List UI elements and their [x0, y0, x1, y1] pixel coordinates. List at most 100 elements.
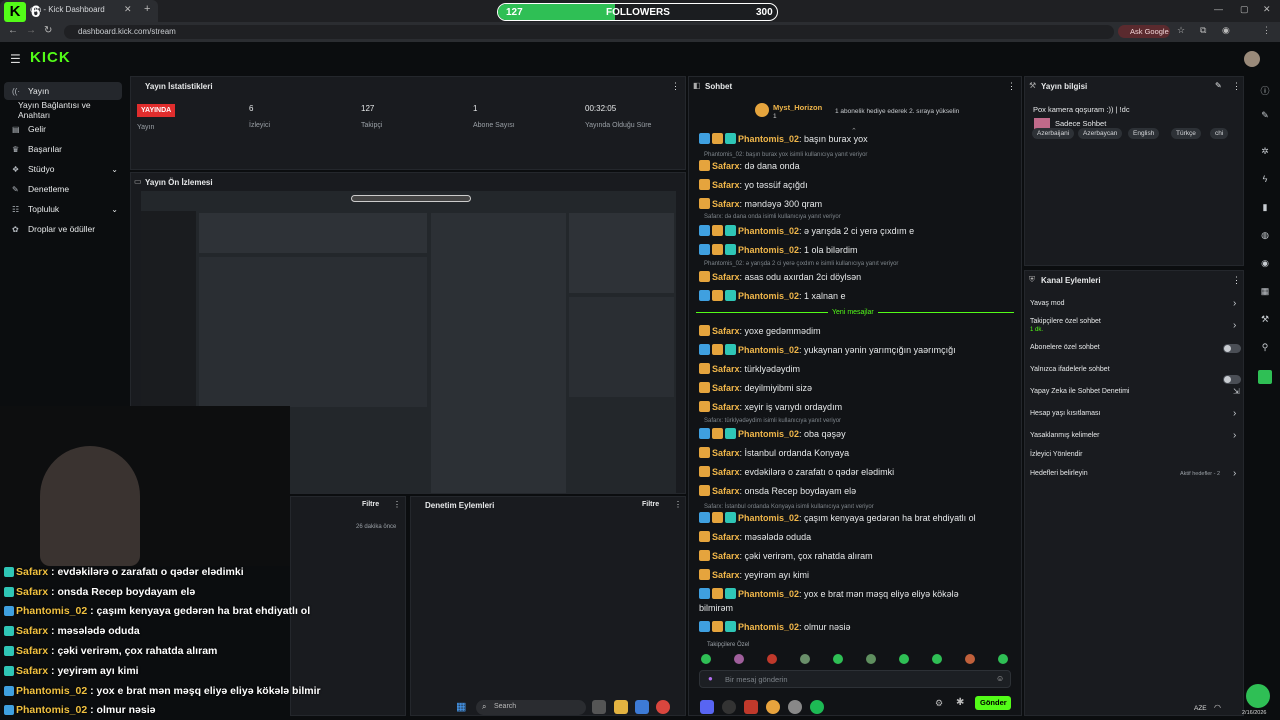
chevron-right-icon[interactable]: ›: [1233, 468, 1236, 479]
chevron-right-icon[interactable]: ›: [1233, 298, 1236, 309]
browser-icon[interactable]: [788, 700, 802, 714]
emote-icon[interactable]: [734, 654, 744, 664]
info-icon[interactable]: ⓘ: [1258, 84, 1272, 98]
action-raid[interactable]: İzleyici Yönlendir: [1030, 451, 1082, 458]
chat-username[interactable]: Safarx: [712, 467, 740, 477]
obs-icon[interactable]: [722, 700, 736, 714]
more-icon[interactable]: ⋮: [674, 500, 682, 509]
chat-username[interactable]: Safarx: [712, 570, 740, 580]
maximize-icon[interactable]: ▢: [1240, 4, 1249, 15]
chat-username[interactable]: Phantomis_02: [738, 622, 799, 632]
layout-icon[interactable]: ▦: [1258, 286, 1272, 300]
emote-icon[interactable]: [899, 654, 909, 664]
chat-username[interactable]: Safarx: [712, 364, 740, 374]
emote-icon[interactable]: [701, 654, 711, 664]
chat-message[interactable]: Safarx: də dana onda: [699, 160, 1017, 172]
chat-message[interactable]: Safarx: yoxe gedəmmədim: [699, 325, 1017, 337]
discord-icon[interactable]: [700, 700, 714, 714]
tag-chip[interactable]: English: [1128, 128, 1160, 139]
chat-username[interactable]: Phantomis_02: [738, 513, 799, 523]
filter-button[interactable]: Filtre: [642, 501, 659, 508]
emoji-icon[interactable]: ☺: [996, 674, 1004, 683]
wifi-icon[interactable]: ◠: [1214, 703, 1221, 712]
chat-message[interactable]: Phantomis_02: yox e brat mən məşq eliyə …: [699, 588, 1017, 600]
chevron-right-icon[interactable]: ›: [1233, 408, 1236, 419]
chat-username[interactable]: Safarx: [712, 383, 740, 393]
action-banned-words[interactable]: Yasaklanmış kelimeler: [1030, 432, 1100, 439]
action-account-age[interactable]: Hesap yaşı kısıtlaması: [1030, 410, 1100, 417]
chat-username[interactable]: Safarx: [712, 199, 740, 209]
windows-start-icon[interactable]: ▦: [456, 700, 466, 713]
chat-message[interactable]: Safarx: məndəyə 300 qram: [699, 198, 1017, 210]
chat-username[interactable]: Safarx: [712, 486, 740, 496]
hamburger-icon[interactable]: ☰: [10, 52, 21, 66]
chat-username[interactable]: Safarx: [712, 532, 740, 542]
language-indicator[interactable]: AZE: [1194, 705, 1207, 712]
tag-chip[interactable]: chi: [1210, 128, 1229, 139]
tool-icon[interactable]: ⚒: [1258, 314, 1272, 328]
action-slow-mode[interactable]: Yavaş mod: [1030, 300, 1065, 307]
chat-message[interactable]: Phantomis_02: olmur nəsiə: [699, 621, 1017, 633]
url-field[interactable]: dashboard.kick.com/stream: [64, 25, 1114, 39]
more-icon[interactable]: ⋮: [1007, 81, 1016, 92]
store-icon[interactable]: [635, 700, 649, 714]
green-app-icon[interactable]: [1258, 370, 1272, 384]
calendar-icon[interactable]: [744, 700, 758, 714]
chrome-icon[interactable]: [656, 700, 670, 714]
sidebar-item-stream-key[interactable]: Yayın Bağlantısı ve Anahtarı: [4, 100, 122, 120]
chat-message[interactable]: Phantomis_02: 1 xalnan e: [699, 290, 1017, 302]
edit-icon[interactable]: ✎: [1215, 81, 1222, 90]
taskbar-search[interactable]: ⌕ Search: [476, 700, 586, 715]
kick-logo[interactable]: KICK: [30, 49, 71, 66]
chat-message[interactable]: Safarx: İstanbul ordanda Konyaya: [699, 447, 1017, 459]
chat-username[interactable]: Phantomis_02: [738, 226, 799, 236]
sidebar-item-topluluk[interactable]: ☷ Topluluk ⌄: [4, 200, 122, 218]
book-icon[interactable]: ▮: [1258, 202, 1272, 216]
chat-username[interactable]: Phantomis_02: [738, 589, 799, 599]
menu-icon[interactable]: ⋮: [1262, 25, 1271, 36]
action-ai-moderation[interactable]: Yapay Zeka ile Sohbet Denetimi: [1030, 388, 1129, 395]
chevron-right-icon[interactable]: ›: [1233, 320, 1236, 331]
chat-message[interactable]: Phantomis_02: çaşım kenyaya gedərən ha b…: [699, 512, 1017, 524]
chat-message[interactable]: Safarx: asas odu axırdan 2ci döylsən: [699, 271, 1017, 283]
sidebar-item-denetleme[interactable]: ✎ Denetleme: [4, 180, 122, 198]
action-goals[interactable]: Hedefleri belirleyin: [1030, 470, 1088, 477]
chat-message[interactable]: Safarx: evdəkilərə o zarafatı o qədər el…: [699, 466, 1017, 478]
sidebar-item-basarilar[interactable]: ♛ Başarılar: [4, 140, 122, 158]
tag-chip[interactable]: Azerbaijani: [1032, 128, 1075, 139]
minimize-icon[interactable]: —: [1214, 4, 1223, 14]
more-icon[interactable]: ⋮: [1232, 81, 1241, 92]
chat-message[interactable]: Phantomis_02: 1 ola bilərdim: [699, 244, 1017, 256]
chat-username[interactable]: Safarx: [712, 161, 740, 171]
more-icon[interactable]: ⋮: [1232, 275, 1241, 286]
action-subs-only[interactable]: Abonelere özel sohbet: [1030, 344, 1100, 351]
profile-icon[interactable]: ◉: [1222, 25, 1230, 36]
bolt-icon[interactable]: ϟ: [1258, 174, 1272, 188]
chat-message[interactable]: Phantomis_02: oba qəşəy: [699, 428, 1017, 440]
task-view-icon[interactable]: [592, 700, 606, 714]
extensions-icon[interactable]: ⧉: [1200, 25, 1206, 36]
chrome-profile-icon[interactable]: [766, 700, 780, 714]
chat-message[interactable]: Phantomis_02: ə yarışda 2 ci yerə çıxdım…: [699, 225, 1017, 237]
reload-icon[interactable]: ↻: [44, 25, 52, 36]
chat-username[interactable]: Phantomis_02: [738, 345, 799, 355]
mic-icon[interactable]: ●: [708, 674, 713, 683]
sidebar-item-droplar[interactable]: ✿ Droplar ve ödüller: [4, 220, 122, 238]
sidebar-item-studyo[interactable]: ❖ Stüdyo ⌄: [4, 160, 122, 178]
new-tab-icon[interactable]: +: [144, 3, 150, 15]
folder-icon[interactable]: [614, 700, 628, 714]
ask-google-button[interactable]: Ask Google: [1118, 25, 1170, 38]
emote-icon[interactable]: [833, 654, 843, 664]
emote-icon[interactable]: [932, 654, 942, 664]
sidebar-item-yayin[interactable]: ((· Yayın: [4, 82, 122, 100]
chat-message[interactable]: Safarx: türklyədəydim: [699, 363, 1017, 375]
pencil-icon[interactable]: ✎: [1258, 110, 1272, 124]
chat-username[interactable]: Safarx: [712, 551, 740, 561]
message-icon[interactable]: ◍: [1258, 230, 1272, 244]
broadcast-icon[interactable]: ◉: [1258, 258, 1272, 272]
chat-message[interactable]: Safarx: xeyir iş varıydı ordaydım: [699, 401, 1017, 413]
emote-icon[interactable]: [998, 654, 1008, 664]
user-avatar[interactable]: [1244, 51, 1260, 67]
chat-message[interactable]: Safarx: məsələdə oduda: [699, 531, 1017, 543]
chat-message[interactable]: Safarx: onsda Recep boydayam elə: [699, 485, 1017, 497]
